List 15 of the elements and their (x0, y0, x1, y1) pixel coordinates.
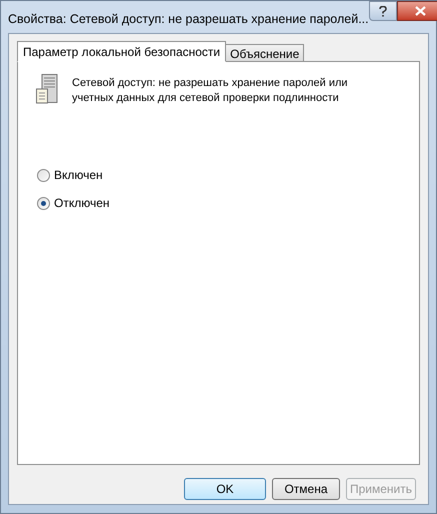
window-title: Свойства: Сетевой доступ: не разрешать хранение паролей... (8, 10, 369, 28)
dialog-button[interactable]: Отмена (272, 478, 340, 500)
help-button[interactable] (368, 1, 397, 21)
option-label: Отключен (54, 195, 110, 212)
close-button[interactable] (396, 1, 437, 21)
dialog-button[interactable]: OK (184, 478, 266, 500)
option-label: Включен (54, 167, 103, 184)
tab[interactable]: Параметр локальной безопасности (17, 41, 226, 62)
close-icon (414, 6, 426, 16)
tab[interactable]: Объяснение (226, 44, 304, 62)
help-icon (378, 6, 387, 16)
radio-button[interactable] (37, 168, 50, 182)
server-icon (36, 74, 58, 104)
radio-button[interactable] (37, 196, 50, 210)
policy-description: Сетевой доступ: не разрешать хранение паролей или учетных данных для сетевой проверки подлинности (72, 76, 349, 106)
